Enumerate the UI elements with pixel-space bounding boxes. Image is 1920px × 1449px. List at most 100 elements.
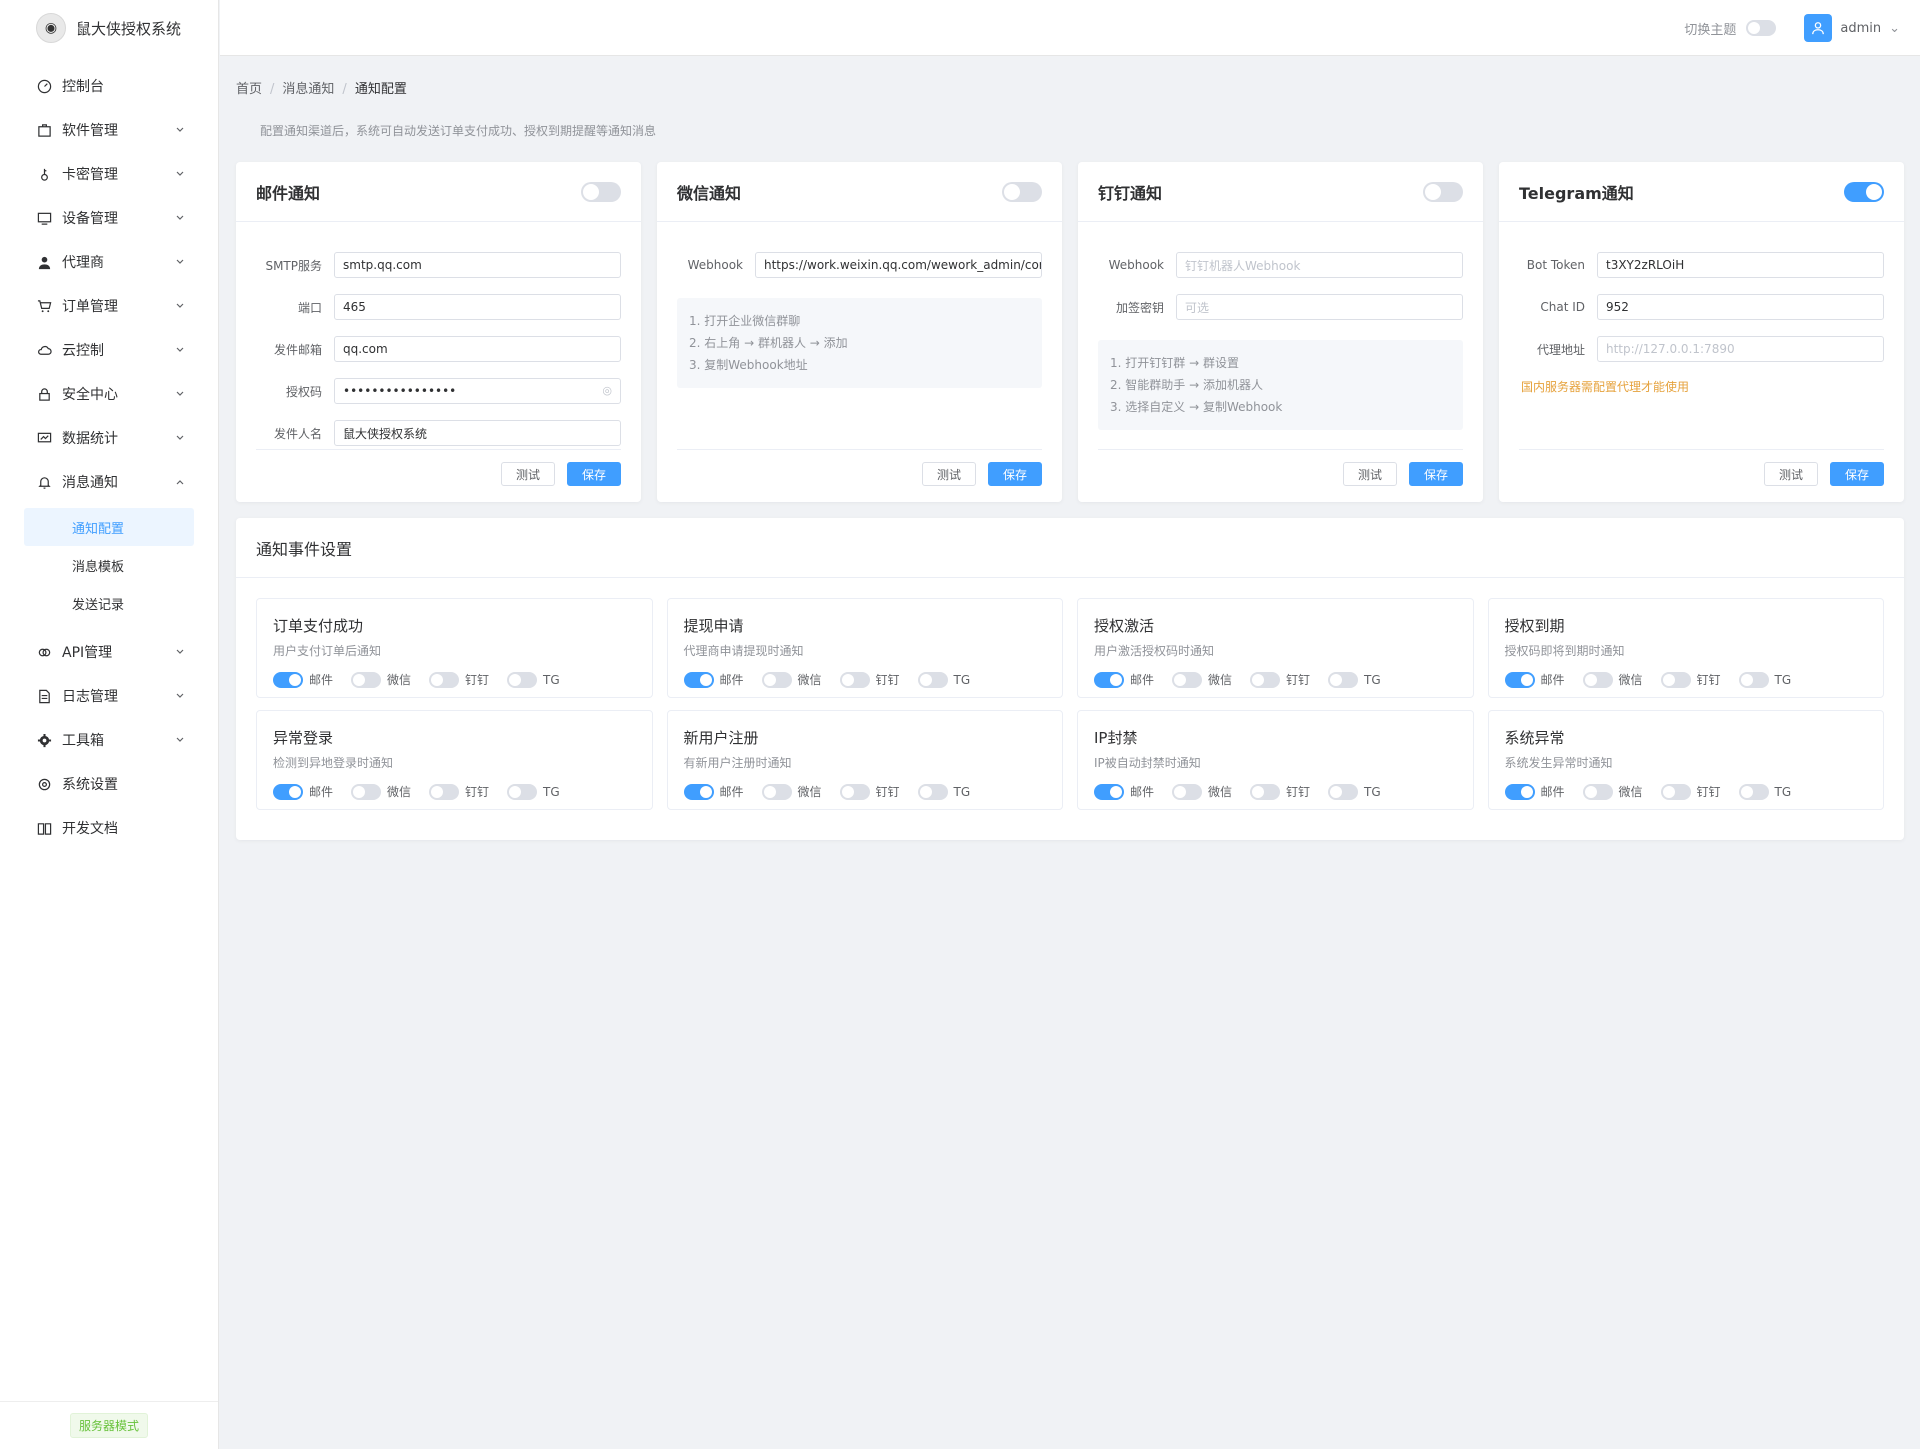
toggle-switch[interactable] — [1582, 671, 1613, 688]
toggle-switch[interactable] — [1172, 783, 1203, 800]
toggle-switch[interactable] — [1328, 783, 1359, 800]
event-channel-toggle[interactable]: 钉钉 — [1660, 671, 1721, 688]
test-button[interactable]: 测试 — [1342, 462, 1397, 486]
event-channel-toggle[interactable]: 钉钉 — [1250, 671, 1310, 688]
form-input[interactable]: http://127.0.0.1:7890 — [1597, 336, 1884, 362]
event-channel-toggle[interactable]: 邮件 — [273, 671, 333, 688]
event-channel-toggle[interactable]: 钉钉 — [429, 783, 489, 800]
toggle-switch[interactable] — [351, 671, 382, 688]
event-channel-toggle[interactable]: 微信 — [1582, 783, 1643, 800]
event-channel-toggle[interactable]: 钉钉 — [429, 671, 489, 688]
toggle-switch[interactable] — [1660, 671, 1691, 688]
sidebar-subitem[interactable]: 通知配置 — [24, 508, 194, 546]
sidebar-item[interactable]: 订单管理 — [0, 284, 218, 328]
sidebar-item[interactable]: 消息通知 — [0, 460, 218, 504]
toggle-switch[interactable] — [839, 783, 870, 800]
sidebar-item[interactable]: 安全中心 — [0, 372, 218, 416]
user-name[interactable]: admin — [1840, 21, 1881, 36]
sidebar-subitem[interactable]: 消息模板 — [24, 546, 194, 584]
toggle-switch[interactable] — [683, 783, 714, 800]
event-channel-toggle[interactable]: 微信 — [351, 671, 411, 688]
sidebar-item[interactable]: 云控制 — [0, 328, 218, 372]
toggle-switch[interactable] — [1250, 671, 1281, 688]
toggle-switch[interactable] — [1094, 783, 1124, 800]
event-channel-toggle[interactable]: 邮件 — [1094, 671, 1154, 688]
save-button[interactable]: 保存 — [987, 462, 1042, 486]
form-input[interactable]: 952 — [1597, 294, 1884, 320]
event-channel-toggle[interactable]: 钉钉 — [839, 671, 900, 688]
sidebar-item[interactable]: 开发文档 — [0, 806, 218, 850]
channel-enable-switch[interactable] — [1423, 181, 1463, 202]
event-channel-toggle[interactable]: TG — [1738, 783, 1791, 800]
toggle-switch[interactable] — [1660, 783, 1691, 800]
sidebar-item[interactable]: 系统设置 — [0, 762, 218, 806]
sidebar-item[interactable]: 代理商 — [0, 240, 218, 284]
event-channel-toggle[interactable]: TG — [507, 783, 560, 800]
sidebar-item[interactable]: 设备管理 — [0, 196, 218, 240]
event-channel-toggle[interactable]: 微信 — [1582, 671, 1643, 688]
toggle-switch[interactable] — [429, 783, 460, 800]
sidebar-subitem[interactable]: 发送记录 — [24, 584, 194, 622]
form-input[interactable]: 可选 — [1176, 294, 1463, 320]
breadcrumb-message[interactable]: 消息通知 — [282, 82, 334, 97]
channel-enable-switch[interactable] — [1844, 181, 1884, 202]
event-channel-toggle[interactable]: TG — [1738, 671, 1791, 688]
toggle-switch[interactable] — [273, 783, 303, 800]
toggle-switch[interactable] — [683, 671, 714, 688]
form-input[interactable]: 钉钉机器人Webhook — [1176, 252, 1463, 278]
toggle-switch[interactable] — [1094, 671, 1124, 688]
toggle-switch[interactable] — [351, 783, 382, 800]
sidebar-item[interactable]: 工具箱 — [0, 718, 218, 762]
event-channel-toggle[interactable]: TG — [917, 783, 970, 800]
save-button[interactable]: 保存 — [566, 462, 621, 486]
eye-icon[interactable]: ◎ — [602, 384, 612, 397]
event-channel-toggle[interactable]: 邮件 — [683, 783, 744, 800]
toggle-switch[interactable] — [761, 671, 792, 688]
save-button[interactable]: 保存 — [1829, 462, 1884, 486]
form-input[interactable]: 465 — [334, 294, 621, 320]
channel-enable-switch[interactable] — [1002, 181, 1042, 202]
breadcrumb-home[interactable]: 首页 — [236, 82, 262, 97]
sidebar-item[interactable]: API管理 — [0, 630, 218, 674]
sidebar-item[interactable]: 数据统计 — [0, 416, 218, 460]
toggle-switch[interactable] — [273, 671, 303, 688]
form-input[interactable]: qq.com — [334, 336, 621, 362]
event-channel-toggle[interactable]: 微信 — [1172, 783, 1232, 800]
event-channel-toggle[interactable]: 微信 — [1172, 671, 1232, 688]
event-channel-toggle[interactable]: 邮件 — [683, 671, 744, 688]
event-channel-toggle[interactable]: 微信 — [351, 783, 411, 800]
event-channel-toggle[interactable]: TG — [917, 671, 970, 688]
sidebar-item[interactable]: 控制台 — [0, 64, 218, 108]
event-channel-toggle[interactable]: 微信 — [761, 783, 822, 800]
toggle-switch[interactable] — [507, 671, 538, 688]
event-channel-toggle[interactable]: 微信 — [761, 671, 822, 688]
toggle-switch[interactable] — [429, 671, 460, 688]
toggle-switch[interactable] — [1504, 783, 1535, 800]
test-button[interactable]: 测试 — [1763, 462, 1818, 486]
test-button[interactable]: 测试 — [500, 462, 555, 486]
toggle-switch[interactable] — [917, 671, 948, 688]
event-channel-toggle[interactable]: 邮件 — [1094, 783, 1154, 800]
toggle-switch[interactable] — [761, 783, 792, 800]
chevron-down-icon[interactable]: ⌄ — [1889, 21, 1900, 36]
toggle-switch[interactable] — [917, 783, 948, 800]
form-input[interactable]: •••••••••••••••• ◎ — [334, 378, 621, 404]
event-channel-toggle[interactable]: 钉钉 — [1250, 783, 1310, 800]
toggle-switch[interactable] — [507, 783, 538, 800]
toggle-switch[interactable] — [1250, 783, 1281, 800]
toggle-switch[interactable] — [1504, 671, 1535, 688]
toggle-switch[interactable] — [1582, 783, 1613, 800]
app-logo[interactable]: ◉ 鼠大侠授权系统 — [0, 0, 218, 56]
channel-enable-switch[interactable] — [581, 181, 621, 202]
event-channel-toggle[interactable]: TG — [1328, 783, 1381, 800]
test-button[interactable]: 测试 — [921, 462, 976, 486]
event-channel-toggle[interactable]: TG — [1328, 671, 1381, 688]
toggle-switch[interactable] — [1172, 671, 1203, 688]
event-channel-toggle[interactable]: 邮件 — [1504, 671, 1565, 688]
event-channel-toggle[interactable]: 邮件 — [1504, 783, 1565, 800]
toggle-switch[interactable] — [1738, 783, 1769, 800]
form-input[interactable]: 鼠大侠授权系统 — [334, 420, 621, 446]
toggle-switch[interactable] — [1738, 671, 1769, 688]
event-channel-toggle[interactable]: 钉钉 — [839, 783, 900, 800]
toggle-switch[interactable] — [1328, 671, 1359, 688]
